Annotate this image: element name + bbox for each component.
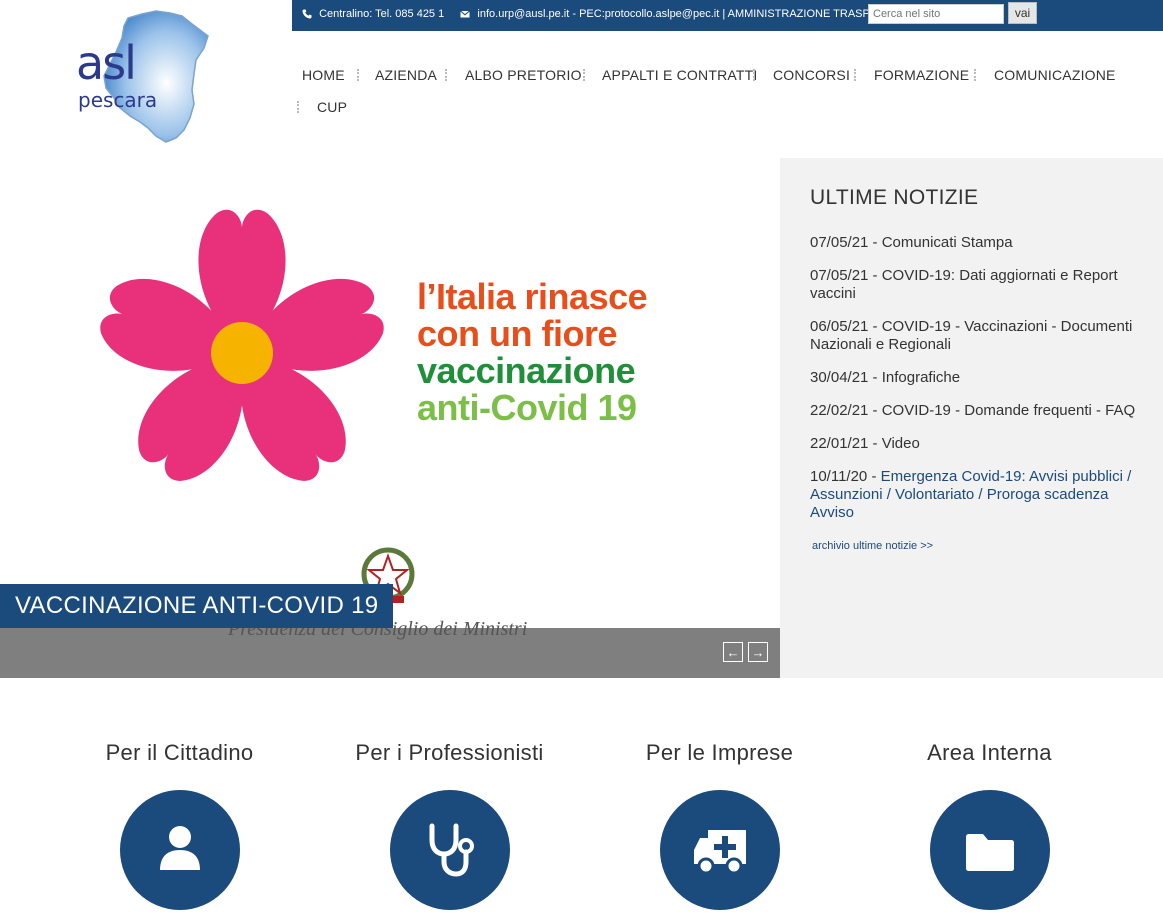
- news-archive-link[interactable]: archivio ultime notizie >>: [812, 540, 933, 552]
- nav-separator: [854, 69, 858, 81]
- section-imprese-button[interactable]: [659, 790, 780, 910]
- folder-icon: [965, 834, 1014, 871]
- asl-pescara-logo[interactable]: asl pescara: [70, 8, 220, 148]
- phone-icon: [302, 9, 312, 19]
- nav-separator: [357, 69, 361, 81]
- news-item[interactable]: 22/01/21 - Video: [810, 435, 1150, 453]
- section-title[interactable]: Per il Cittadino: [44, 740, 315, 766]
- slogan-line-2: con un fiore: [417, 313, 618, 354]
- section-title[interactable]: Per le Imprese: [584, 740, 855, 766]
- hero-slider: l’Italia rinasce con un fiore vaccinazio…: [0, 158, 780, 678]
- nav-item-azienda[interactable]: AZIENDA: [375, 67, 437, 83]
- news-item[interactable]: 06/05/21 - COVID-19 - Vaccinazioni - Doc…: [810, 318, 1150, 354]
- logo-text-pescara: pescara: [78, 88, 158, 112]
- slider-next-button[interactable]: →: [748, 642, 768, 662]
- nav-item-cup[interactable]: CUP: [317, 99, 347, 115]
- section-title[interactable]: Area Interna: [854, 740, 1125, 766]
- news-item[interactable]: 07/05/21 - Comunicati Stampa: [810, 234, 1150, 252]
- slogan-line-1: l’Italia rinasce: [417, 276, 648, 317]
- news-item[interactable]: 30/04/21 - Infografiche: [810, 369, 1150, 387]
- email-and-transparency-link[interactable]: info.urp@ausl.pe.it - PEC:protocollo.asl…: [477, 8, 913, 20]
- news-title[interactable]: Infografiche: [882, 369, 960, 386]
- news-list: 07/05/21 - Comunicati Stampa 07/05/21 - …: [810, 234, 1150, 537]
- section-title[interactable]: Per i Professionisti: [314, 740, 585, 766]
- nav-item-formazione[interactable]: FORMAZIONE: [874, 67, 969, 83]
- ambulance-icon: [693, 830, 746, 875]
- nav-item-albo-pretorio[interactable]: ALBO PRETORIO: [465, 67, 582, 83]
- section-cittadino[interactable]: Per il Cittadino: [44, 740, 315, 910]
- latest-news-panel: ULTIME NOTIZIE 07/05/21 - Comunicati Sta…: [780, 158, 1163, 678]
- section-professionisti[interactable]: Per i Professionisti: [314, 740, 585, 910]
- news-item[interactable]: 10/11/20 - Emergenza Covid-19: Avvisi pu…: [810, 468, 1150, 522]
- section-cittadino-button[interactable]: [119, 790, 240, 910]
- logo-text-asl: asl: [76, 36, 137, 90]
- stethoscope-icon: [429, 823, 474, 877]
- nav-item-concorsi[interactable]: CONCORSI: [773, 67, 850, 83]
- nav-item-appalti-e-contratti[interactable]: APPALTI E CONTRATTI: [602, 67, 757, 83]
- section-imprese[interactable]: Per le Imprese: [584, 740, 855, 910]
- nav-separator: [445, 69, 449, 81]
- nav-item-comunicazione[interactable]: COMUNICAZIONE: [994, 67, 1116, 83]
- slider-prev-button[interactable]: ←: [723, 642, 743, 662]
- envelope-icon: [460, 10, 471, 18]
- news-date: 22/02/21 -: [810, 402, 882, 419]
- search-input[interactable]: [868, 4, 1004, 24]
- news-title[interactable]: Video: [882, 435, 920, 452]
- nav-item-home[interactable]: HOME: [302, 67, 345, 83]
- section-area-interna-button[interactable]: [929, 790, 1050, 910]
- news-date: 30/04/21 -: [810, 369, 882, 386]
- slogan-line-3: vaccinazione: [417, 350, 636, 391]
- slide-caption[interactable]: VACCINAZIONE ANTI-COVID 19: [0, 584, 394, 628]
- section-area-interna[interactable]: Area Interna: [854, 740, 1125, 910]
- top-bar: Centralino: Tel. 085 425 1 info.urp@ausl…: [292, 0, 1163, 31]
- news-date: 07/05/21 -: [810, 234, 882, 251]
- flower-icon: [100, 209, 384, 481]
- search-button[interactable]: vai: [1008, 2, 1037, 24]
- nav-separator: [974, 69, 978, 81]
- news-item[interactable]: 07/05/21 - COVID-19: Dati aggiornati e R…: [810, 267, 1150, 303]
- news-heading: ULTIME NOTIZIE: [810, 186, 979, 209]
- phone-number[interactable]: Centralino: Tel. 085 425 1: [319, 8, 444, 20]
- slogan-line-4: anti-Covid 19: [417, 387, 637, 428]
- campaign-slogan: l’Italia rinasce con un fiore vaccinazio…: [417, 276, 648, 428]
- user-icon: [159, 826, 200, 870]
- news-date: 10/11/20 -: [810, 468, 881, 485]
- nav-separator: [753, 69, 757, 81]
- news-date: 07/05/21 -: [810, 267, 882, 284]
- contact-info: Centralino: Tel. 085 425 1 info.urp@ausl…: [302, 8, 914, 20]
- section-professionisti-button[interactable]: [389, 790, 510, 910]
- news-title[interactable]: COVID-19 - Domande frequenti - FAQ: [882, 402, 1135, 419]
- news-item[interactable]: 22/02/21 - COVID-19 - Domande frequenti …: [810, 402, 1150, 420]
- nav-separator: [583, 69, 587, 81]
- news-title[interactable]: Comunicati Stampa: [882, 234, 1013, 251]
- news-date: 22/01/21 -: [810, 435, 882, 452]
- news-date: 06/05/21 -: [810, 318, 882, 335]
- nav-separator: [297, 101, 301, 113]
